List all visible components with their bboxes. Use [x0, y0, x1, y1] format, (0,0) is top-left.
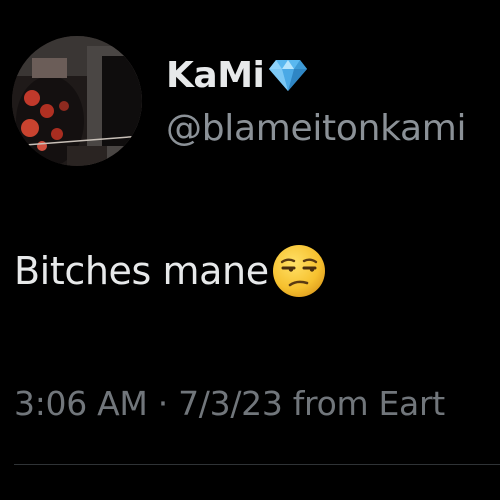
divider — [14, 464, 500, 465]
diamond-icon — [268, 58, 308, 92]
tweet-text: Bitches mane — [14, 249, 269, 293]
tweet-timestamp[interactable]: 3:06 AM · 7/3/23 from Eart — [14, 384, 445, 423]
avatar-photo — [12, 36, 142, 166]
avatar[interactable] — [12, 36, 142, 166]
tweet-card: KaMi @blameitonkami Bitches mane 3:06 AM… — [0, 0, 500, 500]
tweet-text-row: Bitches mane — [14, 245, 327, 297]
user-handle[interactable]: @blameitonkami — [166, 108, 467, 149]
unamused-face-icon — [271, 243, 327, 299]
display-name-row[interactable]: KaMi — [166, 50, 308, 100]
display-name[interactable]: KaMi — [166, 55, 265, 96]
